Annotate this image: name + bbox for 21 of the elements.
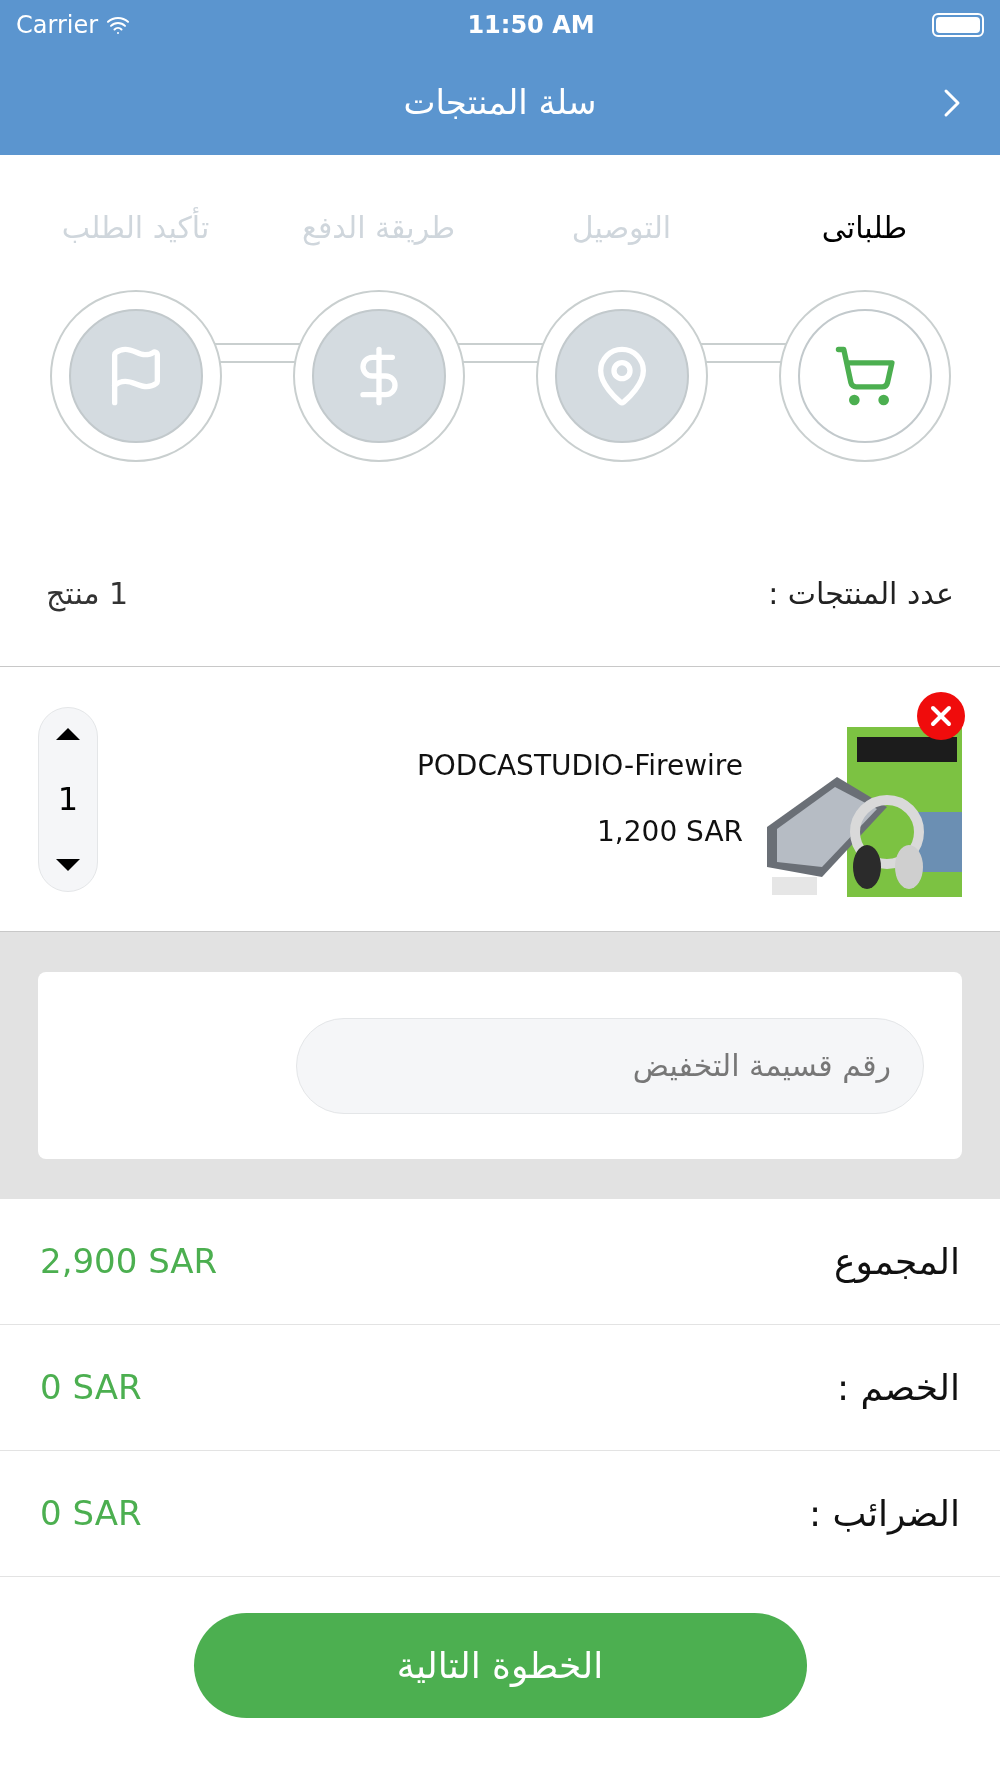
count-value: 1 منتج [46, 575, 129, 614]
total-value: 0 SAR [40, 1366, 142, 1409]
status-time: 11:50 AM [467, 10, 595, 41]
total-label: المجموع [834, 1239, 960, 1285]
total-label: الضرائب : [809, 1491, 960, 1537]
product-price: 1,200 SAR [597, 814, 743, 850]
quantity-value: 1 [57, 779, 79, 820]
total-value: 2,900 SAR [40, 1240, 218, 1283]
total-value: 0 SAR [40, 1492, 142, 1535]
battery-icon [932, 13, 984, 37]
coupon-field[interactable]: رقم قسيمة التخفيض [296, 1017, 924, 1114]
header-title: سلة المنتجات [403, 81, 597, 124]
decrease-icon[interactable] [56, 858, 80, 871]
count-label: عدد المنتجات : [768, 575, 954, 613]
increase-icon[interactable] [56, 727, 80, 740]
step-label: طلباتى [821, 209, 908, 247]
total-label: الخصم : [837, 1365, 960, 1411]
carrier-label: Carrier [16, 10, 99, 41]
product-name: PODCASTUDIO-Firewire [416, 748, 743, 784]
quantity-stepper[interactable]: 1 [38, 706, 98, 892]
remove-button[interactable] [917, 691, 965, 740]
